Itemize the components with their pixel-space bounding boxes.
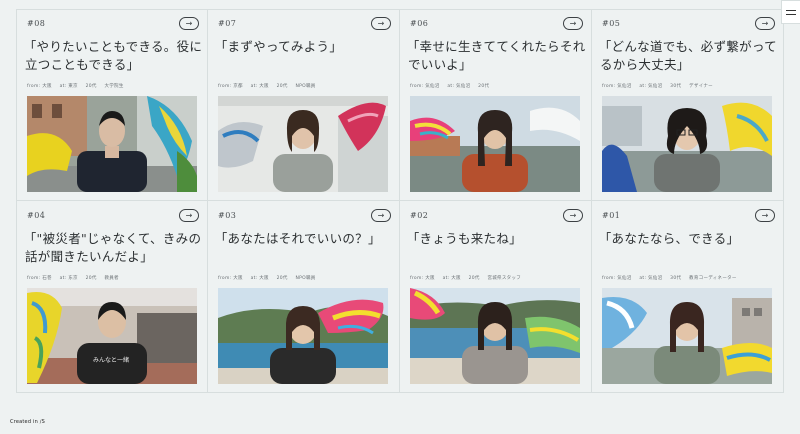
story-card[interactable]: #05 → 「どんな道でも、必ず繋がってるから大丈夫」 from: 気仙沼 at… bbox=[592, 9, 784, 201]
svg-text:みんなと一緒: みんなと一緒 bbox=[93, 356, 129, 364]
portrait-photo bbox=[410, 96, 580, 192]
portrait-photo bbox=[27, 96, 197, 192]
story-quote: 「きょうも来たね」 bbox=[406, 231, 522, 246]
meta-from: from: 石巻 bbox=[27, 276, 52, 281]
meta-from: from: 気仙沼 bbox=[602, 276, 632, 281]
portrait-photo bbox=[602, 288, 772, 384]
story-number: #08 bbox=[27, 19, 46, 28]
story-number: #05 bbox=[602, 19, 621, 28]
created-in-credit[interactable]: Created in ∕S bbox=[10, 419, 45, 425]
story-meta: from: 気仙沼 at: 気仙沼 30代 教育コーディネーター bbox=[602, 275, 743, 281]
story-card[interactable]: #07 → 「まずやってみよう」 from: 京都 at: 大阪 20代 NPO… bbox=[208, 9, 400, 201]
meta-at: at: 东京 bbox=[59, 276, 78, 281]
meta-from: from: 大阪 bbox=[410, 276, 435, 281]
meta-age: 20代 bbox=[478, 84, 490, 89]
meta-from: from: 気仙沼 bbox=[602, 84, 632, 89]
meta-at: at: 気仙沼 bbox=[447, 84, 471, 89]
meta-at: at: 東京 bbox=[59, 84, 78, 89]
story-number: #07 bbox=[218, 19, 237, 28]
meta-role: デザイナー bbox=[689, 84, 713, 89]
story-card[interactable]: #02 → 「きょうも来たね」 from: 大阪 at: 大阪 20代 宮城県ス… bbox=[400, 201, 592, 393]
story-quote: 「"被災者"じゃなくて、きみの話が聞きたいんだよ」 bbox=[23, 231, 202, 264]
story-meta: from: 大阪 at: 大阪 20代 NPO職員 bbox=[218, 275, 322, 281]
story-card[interactable]: #06 → 「幸せに生きててくれたらそれでいいよ」 from: 気仙沼 at: … bbox=[400, 9, 592, 201]
arrow-right-icon[interactable]: → bbox=[755, 17, 775, 30]
story-meta: from: 気仙沼 at: 気仙沼 20代 bbox=[410, 83, 501, 89]
story-card[interactable]: #03 → 「あなたはそれでいいの？」 from: 大阪 at: 大阪 20代 … bbox=[208, 201, 400, 393]
arrow-right-icon[interactable]: → bbox=[371, 17, 391, 30]
story-quote: 「幸せに生きててくれたらそれでいいよ」 bbox=[406, 39, 586, 72]
meta-from: from: 大阪 bbox=[27, 84, 52, 89]
portrait-photo bbox=[218, 96, 388, 192]
meta-at: at: 大阪 bbox=[442, 276, 461, 281]
portrait-photo bbox=[218, 288, 388, 384]
arrow-right-icon[interactable]: → bbox=[179, 17, 199, 30]
arrow-right-icon[interactable]: → bbox=[179, 209, 199, 222]
story-card[interactable]: #01 → 「あなたなら、できる」 from: 気仙沼 at: 気仙沼 30代 … bbox=[592, 201, 784, 393]
story-meta: from: 大阪 at: 大阪 20代 宮城県スタッフ bbox=[410, 275, 527, 281]
story-quote: 「どんな道でも、必ず繋がってるから大丈夫」 bbox=[598, 39, 777, 72]
meta-age: 20代 bbox=[276, 276, 288, 281]
meta-age: 30代 bbox=[670, 276, 682, 281]
story-meta: from: 大阪 at: 東京 20代 大学院生 bbox=[27, 83, 130, 89]
story-number: #02 bbox=[410, 211, 429, 220]
story-quote: 「やりたいこともできる。役に立つこともできる」 bbox=[23, 39, 203, 72]
meta-role: NPO職員 bbox=[295, 84, 316, 89]
meta-age: 20代 bbox=[276, 84, 288, 89]
portrait-photo bbox=[410, 288, 580, 384]
meta-role: 教員者 bbox=[104, 276, 119, 281]
story-meta: from: 気仙沼 at: 気仙沼 30代 デザイナー bbox=[602, 83, 719, 89]
meta-at: at: 気仙沼 bbox=[639, 84, 663, 89]
story-number: #01 bbox=[602, 211, 621, 220]
meta-from: from: 京都 bbox=[218, 84, 243, 89]
meta-at: at: 大阪 bbox=[250, 276, 269, 281]
meta-from: from: 大阪 bbox=[218, 276, 243, 281]
story-quote: 「まずやってみよう」 bbox=[214, 39, 343, 54]
hamburger-menu-icon[interactable] bbox=[781, 0, 800, 24]
story-number: #06 bbox=[410, 19, 429, 28]
meta-age: 30代 bbox=[670, 84, 682, 89]
meta-age: 20代 bbox=[85, 276, 97, 281]
portrait-photo: みんなと一緒 bbox=[27, 288, 197, 384]
meta-role: NPO職員 bbox=[295, 276, 316, 281]
arrow-right-icon[interactable]: → bbox=[563, 17, 583, 30]
story-card[interactable]: #04 → 「"被災者"じゃなくて、きみの話が聞きたいんだよ」 from: 石巻… bbox=[16, 201, 208, 393]
meta-age: 20代 bbox=[85, 84, 97, 89]
story-quote: 「あなたなら、できる」 bbox=[598, 231, 740, 246]
arrow-right-icon[interactable]: → bbox=[371, 209, 391, 222]
story-meta: from: 石巻 at: 东京 20代 教員者 bbox=[27, 275, 125, 281]
meta-at: at: 気仙沼 bbox=[639, 276, 663, 281]
story-grid: #08 → 「やりたいこともできる。役に立つこともできる」 from: 大阪 a… bbox=[16, 9, 784, 393]
meta-at: at: 大阪 bbox=[250, 84, 269, 89]
arrow-right-icon[interactable]: → bbox=[563, 209, 583, 222]
meta-age: 20代 bbox=[468, 276, 480, 281]
meta-role: 教育コーディネーター bbox=[689, 276, 737, 281]
story-meta: from: 京都 at: 大阪 20代 NPO職員 bbox=[218, 83, 322, 89]
portrait-photo bbox=[602, 96, 772, 192]
arrow-right-icon[interactable]: → bbox=[755, 209, 775, 222]
meta-role: 大学院生 bbox=[104, 84, 124, 89]
story-quote: 「あなたはそれでいいの？」 bbox=[214, 231, 381, 246]
menu-line bbox=[786, 9, 796, 11]
story-card[interactable]: #08 → 「やりたいこともできる。役に立つこともできる」 from: 大阪 a… bbox=[16, 9, 208, 201]
story-number: #04 bbox=[27, 211, 46, 220]
meta-role: 宮城県スタッフ bbox=[487, 276, 522, 281]
story-number: #03 bbox=[218, 211, 237, 220]
meta-from: from: 気仙沼 bbox=[410, 84, 440, 89]
menu-line bbox=[786, 13, 796, 15]
